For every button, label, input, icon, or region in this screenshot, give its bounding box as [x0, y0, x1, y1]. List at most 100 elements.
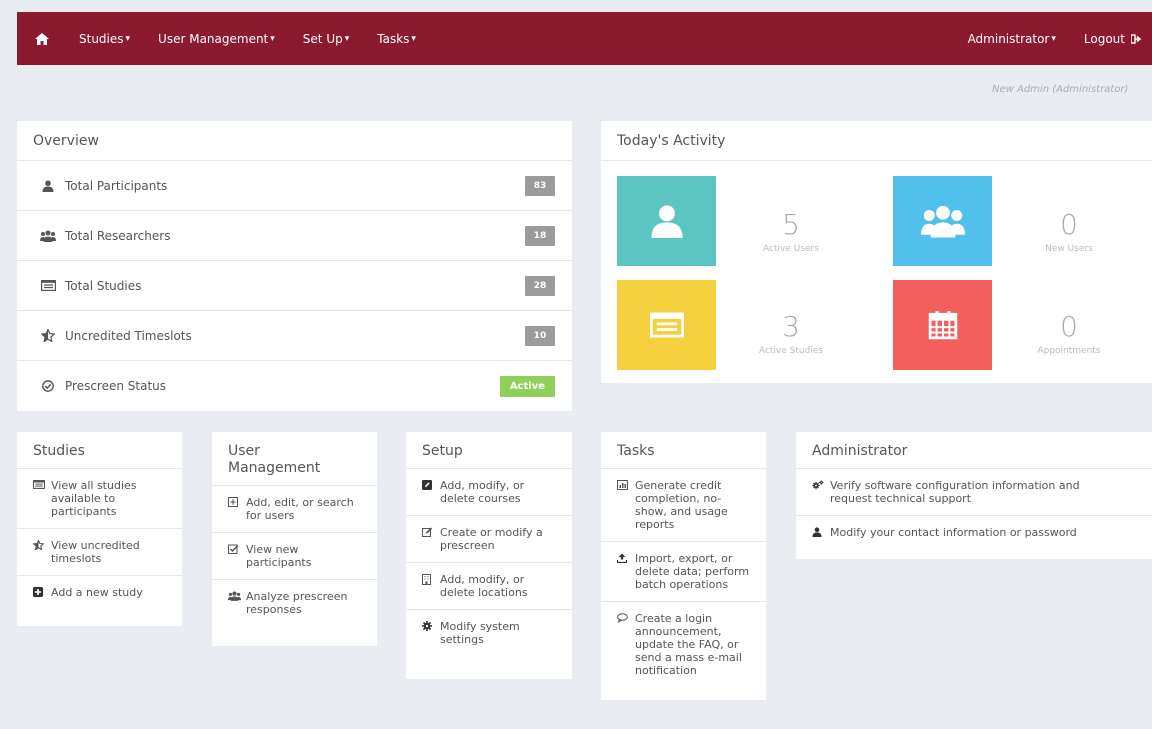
view-all-studies-link[interactable]: View all studies available to participan…: [17, 469, 182, 529]
count-badge: 10: [525, 325, 555, 346]
announcements-link[interactable]: Create a login announcement, update the …: [601, 602, 766, 687]
caret-down-icon: ▾: [344, 33, 350, 44]
system-settings-link[interactable]: Modify system settings: [406, 610, 572, 656]
view-new-participants-link[interactable]: View new participants: [212, 533, 377, 580]
count-badge: 83: [525, 175, 555, 196]
comment-icon: [617, 612, 631, 677]
caret-down-icon: ▾: [411, 33, 416, 44]
card-title: Administrator: [796, 432, 1152, 469]
edit-square-icon: [422, 479, 436, 505]
nav-studies[interactable]: Studies ▾: [65, 12, 144, 65]
bar-chart-icon: [617, 479, 631, 531]
home-link[interactable]: [17, 12, 65, 65]
check-square-icon: [228, 543, 242, 569]
studies-card: Studies View all studies available to pa…: [17, 432, 182, 626]
home-icon: [35, 32, 49, 45]
nav-right: Administrator ▾ Logout: [954, 12, 1152, 65]
manage-courses-link[interactable]: Add, modify, or delete courses: [406, 469, 572, 516]
logout-link[interactable]: Logout: [1070, 12, 1152, 65]
appointments-tile[interactable]: [893, 280, 992, 370]
card-title: User Management: [212, 432, 377, 486]
activity-title: Today's Activity: [601, 121, 1152, 161]
stat-value: 3: [782, 310, 800, 343]
group-icon: [920, 204, 965, 238]
nav-user-management[interactable]: User Management ▾: [144, 12, 289, 65]
overview-row[interactable]: Uncredited Timeslots 10: [17, 311, 572, 361]
overview-row[interactable]: Prescreen Status Active: [17, 361, 572, 411]
stat-label: Appointments: [1037, 346, 1101, 356]
calendar-icon: [928, 310, 958, 340]
overview-row[interactable]: Total Studies 28: [17, 261, 572, 311]
user-management-card: User Management Add, edit, or search for…: [212, 432, 377, 646]
analyze-prescreen-link[interactable]: Analyze prescreen responses: [212, 580, 377, 626]
building-icon: [422, 573, 436, 599]
nav-tasks[interactable]: Tasks ▾: [363, 12, 430, 65]
user-icon: [812, 526, 826, 539]
modify-contact-info-link[interactable]: Modify your contact information or passw…: [796, 516, 1152, 549]
appointments-stat: 0 Appointments: [1009, 310, 1129, 357]
card-title: Tasks: [601, 432, 766, 469]
overview-panel: Overview Total Participants 83 Total Res…: [17, 121, 572, 411]
status-badge: Active: [499, 375, 555, 397]
star-half-icon: [37, 329, 59, 342]
card-title: Setup: [406, 432, 572, 469]
tasks-card: Tasks Generate credit completion, no-sho…: [601, 432, 766, 700]
overview-label: Total Studies: [65, 278, 142, 293]
verify-configuration-link[interactable]: Verify software configuration informatio…: [796, 469, 1152, 516]
active-studies-stat: 3 Active Studies: [731, 310, 851, 357]
stat-value: 5: [782, 208, 800, 241]
count-badge: 18: [525, 225, 555, 246]
overview-row[interactable]: Total Participants 83: [17, 161, 572, 211]
plus-square-icon: [33, 586, 47, 599]
new-users-tile[interactable]: [893, 176, 992, 266]
upload-icon: [617, 552, 631, 591]
add-new-study-link[interactable]: Add a new study: [17, 576, 182, 609]
list-icon: [33, 479, 47, 518]
active-users-stat: 5 Active Users: [731, 208, 851, 255]
stat-value: 0: [1060, 208, 1078, 241]
star-half-icon: [33, 539, 47, 565]
plus-square-icon: [228, 496, 242, 522]
add-edit-users-link[interactable]: Add, edit, or search for users: [212, 486, 377, 533]
setup-card: Setup Add, modify, or delete courses Cre…: [406, 432, 572, 679]
logged-in-user: New Admin (Administrator): [992, 84, 1129, 95]
list-icon: [649, 312, 684, 338]
overview-title: Overview: [17, 121, 572, 161]
active-users-tile[interactable]: [617, 176, 716, 266]
user-icon: [650, 204, 684, 238]
edit-icon: [422, 526, 436, 552]
activity-panel: Today's Activity 5 Active Users 0 New Us…: [601, 121, 1152, 383]
overview-label: Total Participants: [65, 178, 168, 193]
overview-label: Total Researchers: [65, 228, 171, 243]
administrator-card: Administrator Verify software configurat…: [796, 432, 1152, 559]
overview-row[interactable]: Total Researchers 18: [17, 211, 572, 261]
list-icon: [37, 280, 59, 291]
view-uncredited-timeslots-link[interactable]: View uncredited timeslots: [17, 529, 182, 576]
caret-down-icon: ▾: [270, 33, 275, 44]
count-badge: 28: [525, 275, 555, 296]
stat-label: Active Studies: [758, 346, 824, 356]
caret-down-icon: ▾: [125, 33, 131, 44]
import-export-data-link[interactable]: Import, export, or delete data; perform …: [601, 542, 766, 602]
cogs-icon: [812, 479, 826, 505]
user-icon: [37, 180, 59, 192]
group-icon: [228, 590, 242, 616]
card-title: Studies: [17, 432, 182, 469]
check-circle-icon: [37, 380, 59, 392]
nav-administrator[interactable]: Administrator ▾: [954, 12, 1070, 65]
stat-label: New Users: [1045, 244, 1093, 254]
top-navbar: Studies ▾ User Management ▾ Set Up ▾ Tasks ▾…: [17, 12, 1152, 65]
caret-down-icon: ▾: [1051, 33, 1056, 44]
nav-set-up[interactable]: Set Up ▾: [289, 12, 363, 65]
overview-label: Uncredited Timeslots: [65, 328, 192, 343]
logout-icon: [1131, 33, 1142, 44]
overview-label: Prescreen Status: [65, 379, 167, 393]
active-studies-tile[interactable]: [617, 280, 716, 370]
stat-label: Active Users: [763, 244, 819, 254]
generate-reports-link[interactable]: Generate credit completion, no-show, and…: [601, 469, 766, 542]
manage-locations-link[interactable]: Add, modify, or delete locations: [406, 563, 572, 610]
stat-value: 0: [1060, 310, 1078, 343]
gear-icon: [422, 620, 436, 646]
manage-prescreen-link[interactable]: Create or modify a prescreen: [406, 516, 572, 563]
group-icon: [37, 230, 59, 242]
